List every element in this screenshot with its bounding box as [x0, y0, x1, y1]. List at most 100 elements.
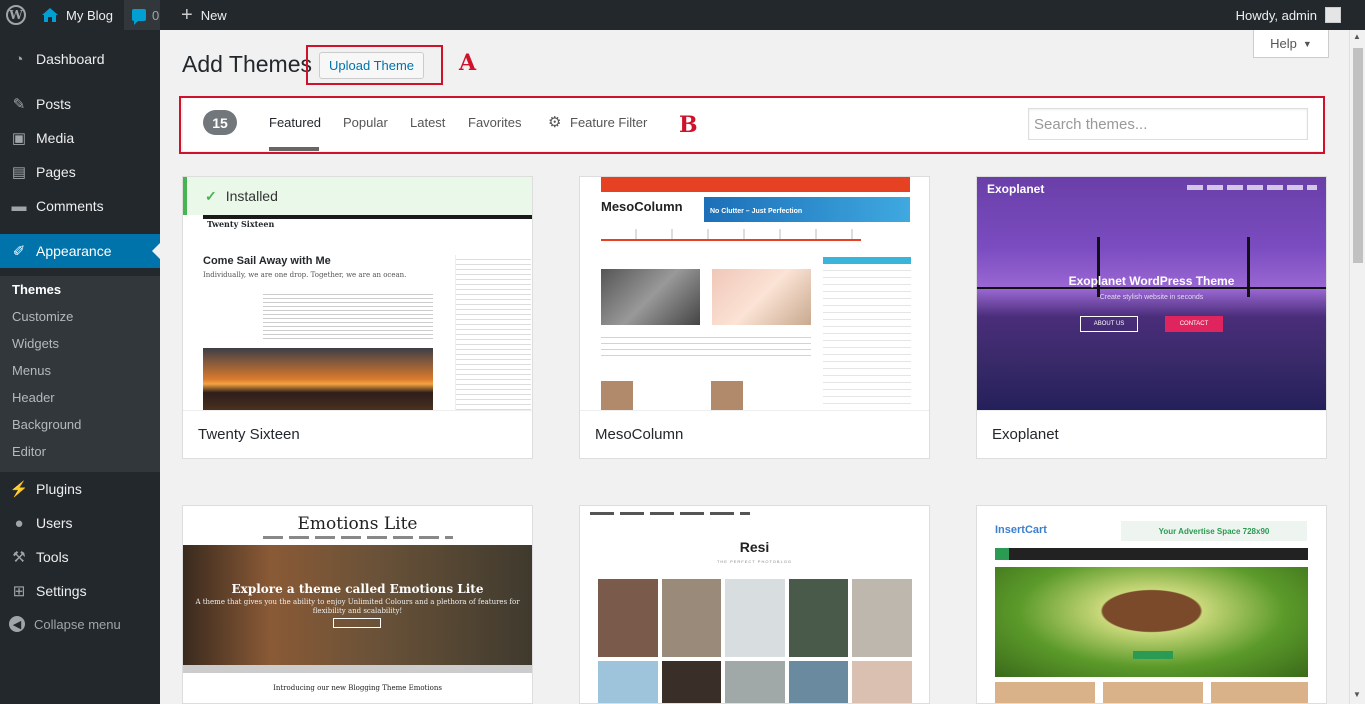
comments-link[interactable]: 0: [124, 0, 160, 30]
admin-sidebar: ◔ Dashboard ✎ Posts ▣ Media ▤ Pages ▬ Comment…: [0, 30, 160, 704]
preview-photo: [725, 661, 785, 703]
site-name-link[interactable]: My Blog: [42, 0, 113, 30]
sidebar-item-media[interactable]: ▣ Media: [0, 121, 160, 155]
preview-photo: [661, 661, 722, 703]
sidebar-item-dashboard[interactable]: ◔ Dashboard: [0, 42, 160, 76]
preview-nav: [1187, 185, 1317, 190]
preview-text-lines: [263, 291, 433, 339]
collapse-label: Collapse menu: [34, 616, 121, 632]
preview-subtitle: THE PERFECT PHOTOBLOG: [716, 559, 793, 564]
scroll-down-icon[interactable]: ▼: [1353, 690, 1361, 699]
brush-icon: ✐: [12, 243, 26, 260]
scrollbar-thumb[interactable]: [1353, 48, 1363, 263]
sidebar-item-users[interactable]: ● Users: [0, 506, 160, 540]
exoplanet-preview: Exoplanet Exoplanet WordPress Theme Crea…: [977, 177, 1326, 410]
preview-headline: Come Sail Away with Me: [203, 255, 331, 267]
annotation-label-b: B: [679, 112, 698, 138]
page-title: Add Themes: [182, 51, 312, 77]
preview-sunset-image: [203, 348, 433, 410]
theme-card-emotions-lite[interactable]: Emotions Lite Explore a theme called Emo…: [182, 505, 533, 704]
submenu-menus[interactable]: Menus: [12, 363, 51, 378]
collapse-arrow-icon: ◀: [9, 616, 25, 632]
annotation-box-a: [306, 45, 443, 85]
submenu-widgets[interactable]: Widgets: [12, 336, 59, 351]
preview-photo: [788, 579, 849, 657]
theme-screenshot: Emotions Lite Explore a theme called Emo…: [183, 506, 532, 703]
howdy-label: Howdy, admin: [1235, 7, 1317, 23]
sidebar-item-comments[interactable]: ▬ Comments: [0, 189, 160, 223]
preview-text-lines: [601, 332, 811, 357]
theme-card-resi[interactable]: Resi THE PERFECT PHOTOBLOG: [579, 505, 930, 704]
preview-photo: [788, 661, 849, 703]
preview-nav: [995, 548, 1308, 560]
theme-card-insertcart[interactable]: InsertCart Your Advertise Space 728x90: [976, 505, 1327, 704]
page-scrollbar[interactable]: ▲ ▼: [1349, 30, 1365, 704]
annotation-box-b: [179, 96, 1325, 154]
preview-about-button: ABOUT US: [1080, 316, 1138, 332]
preview-photo-grid: [598, 579, 912, 703]
sidebar-item-label: Appearance: [36, 243, 112, 259]
comment-icon: ▬: [11, 197, 27, 215]
theme-screenshot: Exoplanet Exoplanet WordPress Theme Crea…: [977, 177, 1326, 410]
sidebar-item-label: Media: [36, 130, 75, 146]
submenu-themes[interactable]: Themes: [12, 282, 61, 297]
preview-logo: Exoplanet: [987, 182, 1045, 196]
preview-headline: Exoplanet WordPress Theme: [1068, 274, 1235, 288]
preview-product-row: [995, 682, 1308, 703]
sidebar-item-label: Users: [36, 515, 73, 531]
submenu-editor[interactable]: Editor: [12, 444, 46, 459]
sidebar-item-label: Dashboard: [36, 51, 105, 67]
help-button[interactable]: Help ▼: [1253, 30, 1329, 58]
preview-site-title: Resi: [739, 539, 770, 555]
twenty-sixteen-preview: Twenty Sixteen Come Sail Away with Me In…: [203, 215, 532, 410]
submenu-customize[interactable]: Customize: [12, 309, 73, 324]
theme-card-twenty-sixteen[interactable]: ✓ Installed Twenty Sixteen Come Sail Awa…: [182, 176, 533, 459]
admin-bar: W My Blog 0 + New Howdy, admin: [0, 0, 1365, 30]
sidebar-item-posts[interactable]: ✎ Posts: [0, 87, 160, 121]
installed-banner: ✓ Installed: [183, 177, 532, 215]
plus-icon: +: [181, 4, 193, 26]
preview-photo: [598, 579, 658, 657]
preview-subtitle: A theme that gives you the ability to en…: [195, 598, 520, 615]
submenu-header[interactable]: Header: [12, 390, 55, 405]
media-icon: ▣: [11, 130, 27, 147]
preview-photo: [661, 579, 722, 657]
preview-subtitle: Create stylish website in seconds: [1099, 294, 1204, 301]
collapse-menu-button[interactable]: ◀ Collapse menu: [9, 616, 121, 632]
preview-nav: [601, 177, 910, 192]
wrench-icon: ⚒: [12, 549, 26, 566]
preview-hero-image: [995, 567, 1308, 677]
comments-count: 0: [152, 7, 160, 23]
preview-contact-button: CONTACT: [1165, 316, 1223, 332]
settings-icon: ⊞: [12, 583, 26, 600]
scroll-up-icon[interactable]: ▲: [1353, 32, 1361, 41]
theme-screenshot: Resi THE PERFECT PHOTOBLOG: [580, 506, 929, 703]
preview-button: [1133, 651, 1173, 659]
theme-card-exoplanet[interactable]: Exoplanet Exoplanet WordPress Theme Crea…: [976, 176, 1327, 459]
sidebar-item-settings[interactable]: ⊞ Settings: [0, 574, 160, 608]
preview-nav: [590, 512, 750, 515]
sidebar-item-label: Settings: [36, 583, 87, 599]
sidebar-item-pages[interactable]: ▤ Pages: [0, 155, 160, 189]
preview-site-title: Emotions Lite: [297, 514, 418, 534]
pin-icon: ✎: [12, 96, 26, 113]
preview-button: [333, 618, 381, 628]
sidebar-item-label: Plugins: [36, 481, 82, 497]
preview-banner: No Clutter – Just Perfection: [704, 197, 910, 222]
wordpress-logo-icon[interactable]: W: [6, 0, 30, 30]
theme-card-mesocolumn[interactable]: MesoColumn No Clutter – Just Perfection …: [579, 176, 930, 459]
preview-tagline: Individually, we are one drop. Together,…: [203, 271, 407, 279]
submenu-background[interactable]: Background: [12, 417, 81, 432]
new-content-button[interactable]: + New: [181, 0, 227, 30]
preview-photo: [598, 661, 658, 703]
preview-sidebar: [823, 257, 911, 410]
home-icon: [42, 8, 58, 22]
preview-site-title: Twenty Sixteen: [203, 215, 532, 231]
preview-site-title: MesoColumn: [601, 199, 683, 214]
sidebar-item-tools[interactable]: ⚒ Tools: [0, 540, 160, 574]
sidebar-item-appearance[interactable]: ✐ Appearance: [0, 234, 160, 268]
preview-ad-space: Your Advertise Space 728x90: [1121, 521, 1307, 541]
account-menu[interactable]: Howdy, admin: [1236, 0, 1341, 30]
preview-sidebar: [455, 255, 531, 410]
sidebar-item-plugins[interactable]: ⚡ Plugins: [0, 472, 160, 506]
